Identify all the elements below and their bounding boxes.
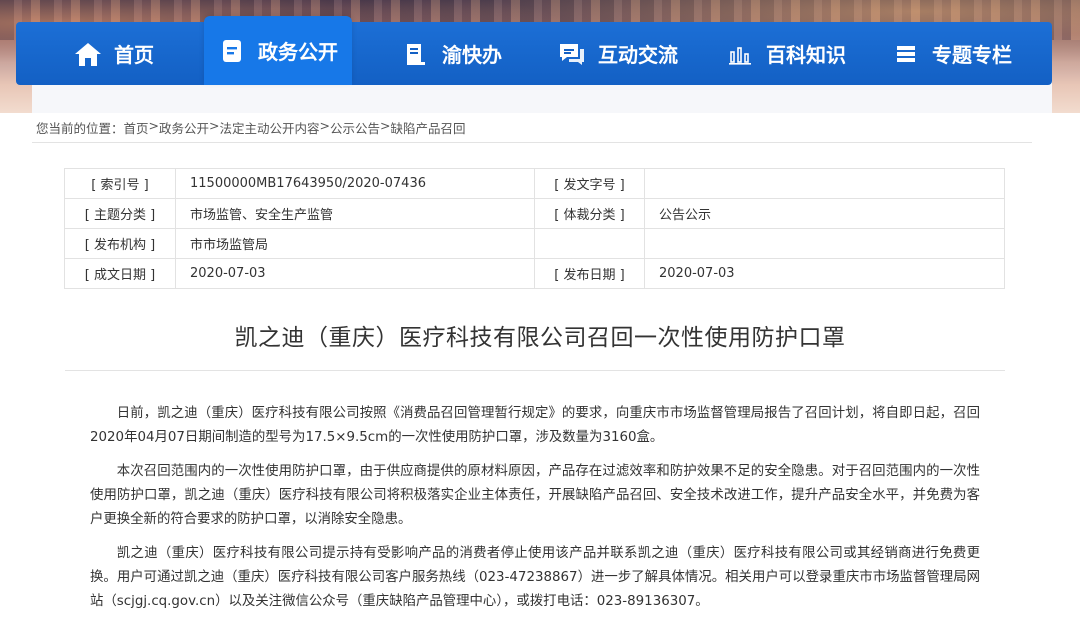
article-paragraph: 本次召回范围内的一次性使用防护口罩，由于供应商提供的原材料原因，产品存在过滤效率… [90,464,980,527]
nav-label: 政务公开 [258,40,338,64]
table-row: [ 主题分类 ] 市场监管、安全生产监管 [ 体裁分类 ] 公告公示 [64,198,1005,229]
article-title: 凯之迪（重庆）医疗科技有限公司召回一次性使用防护口罩 [234,325,846,351]
meta-value: 公告公示 [644,198,1005,229]
divider [65,370,1005,371]
nav-label: 渝快办 [442,43,502,67]
meta-value: 11500000MB17643950/2020-07436 [175,168,535,199]
main-nav: 首页 政务公开 渝快办 互动交流 百科知识 专题专栏 [16,16,1052,85]
nav-label: 首页 [114,43,154,67]
breadcrumb: 您当前的位置： 首页 > 政务公开 > 法定主动公开内容 > 公示公告 > 缺陷… [36,118,466,137]
nav-item-home[interactable]: 首页 [74,22,154,85]
meta-label: [ 体裁分类 ] [534,198,645,229]
nav-item-yukuaiban[interactable]: 渝快办 [402,22,502,85]
meta-label: [ 发布机构 ] [64,228,176,259]
breadcrumb-prefix: 您当前的位置： [36,121,124,136]
breadcrumb-link-gov-affairs[interactable]: 政务公开 [159,118,209,137]
divider [32,142,1032,143]
table-row: [ 发布机构 ] 市市场监管局 [64,228,1005,259]
document-meta-table: [ 索引号 ] 11500000MB17643950/2020-07436 [ … [64,168,1005,289]
breadcrumb-link-home[interactable]: 首页 [124,118,149,137]
meta-value: 2020-07-03 [644,258,1005,289]
list-icon [892,40,920,68]
book-icon [402,40,430,68]
nav-item-special-topics[interactable]: 专题专栏 [892,22,1012,85]
nav-label: 百科知识 [766,43,846,67]
nav-item-encyclopedia[interactable]: 百科知识 [726,22,846,85]
meta-label: [ 成文日期 ] [64,258,176,289]
meta-value [644,168,1005,199]
table-row: [ 索引号 ] 11500000MB17643950/2020-07436 [ … [64,168,1005,199]
article-paragraph: 凯之迪（重庆）医疗科技有限公司提示持有受影响产品的消费者停止使用该产品并联系凯之… [90,546,980,609]
nav-label: 互动交流 [598,43,678,67]
nav-item-interaction[interactable]: 互动交流 [558,22,678,85]
meta-value [644,228,1005,259]
meta-value: 市场监管、安全生产监管 [175,198,535,229]
nav-item-government-affairs[interactable]: 政务公开 [204,16,352,85]
home-icon [74,40,102,68]
meta-value: 2020-07-03 [175,258,535,289]
meta-label: [ 发文字号 ] [534,168,645,199]
meta-label: [ 发布日期 ] [534,258,645,289]
meta-value: 市市场监管局 [175,228,535,259]
meta-label: [ 主题分类 ] [64,198,176,229]
breadcrumb-link-statutory[interactable]: 法定主动公开内容 [220,118,320,137]
nav-label: 专题专栏 [932,43,1012,67]
article-body: 日前，凯之迪（重庆）医疗科技有限公司按照《消费品召回管理暂行规定》的要求，向重庆… [90,402,980,624]
breadcrumb-link-announcements[interactable]: 公示公告 [330,118,380,137]
table-row: [ 成文日期 ] 2020-07-03 [ 发布日期 ] 2020-07-03 [64,258,1005,289]
chat-icon [558,40,586,68]
meta-label [534,228,645,259]
document-icon [218,37,246,65]
article-paragraph: 日前，凯之迪（重庆）医疗科技有限公司按照《消费品召回管理暂行规定》的要求，向重庆… [90,406,980,445]
bar-chart-icon [726,40,754,68]
breadcrumb-link-recall[interactable]: 缺陷产品召回 [391,118,466,137]
meta-label: [ 索引号 ] [64,168,176,199]
